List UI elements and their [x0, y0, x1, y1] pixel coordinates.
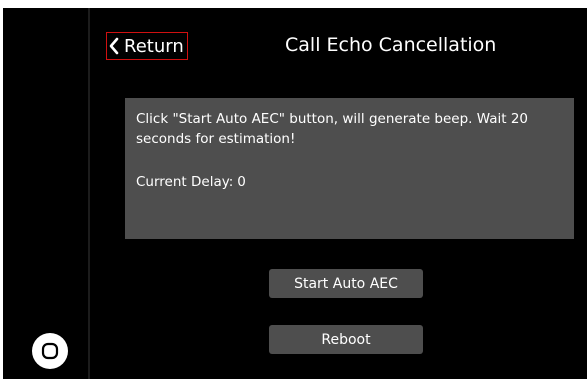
- page-title: Call Echo Cancellation: [285, 34, 497, 56]
- chevron-left-icon: [109, 37, 119, 55]
- current-delay-value: 0: [237, 174, 246, 190]
- start-auto-aec-button[interactable]: Start Auto AEC: [269, 269, 423, 298]
- home-button[interactable]: [32, 333, 68, 369]
- return-label: Return: [124, 35, 184, 57]
- side-divider: [88, 8, 90, 379]
- return-button[interactable]: Return: [106, 32, 188, 60]
- side-nav-strip: [3, 8, 88, 379]
- home-circle-icon: [41, 342, 59, 360]
- device-screen: Return Call Echo Cancellation Click "Sta…: [3, 8, 587, 379]
- reboot-button[interactable]: Reboot: [269, 325, 423, 354]
- current-delay-row: Current Delay: 0: [136, 172, 246, 192]
- instruction-text: Click "Start Auto AEC" button, will gene…: [136, 111, 529, 147]
- info-panel: Click "Start Auto AEC" button, will gene…: [125, 98, 574, 239]
- current-delay-label: Current Delay:: [136, 174, 234, 190]
